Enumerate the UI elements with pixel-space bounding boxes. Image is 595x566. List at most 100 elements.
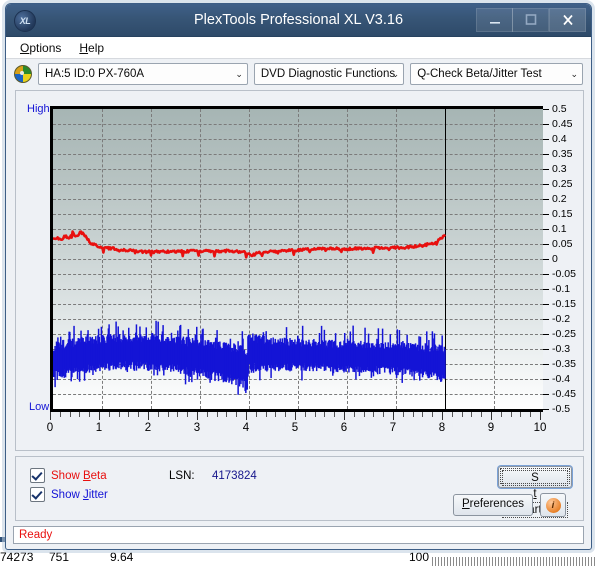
info-button[interactable]: i [540,493,566,517]
show-jitter-label-pre: Show [51,488,83,501]
x-axis-tick [402,412,404,417]
maximize-icon [525,14,536,25]
chevron-down-icon: ⌄ [570,69,578,79]
x-axis-tick [59,412,61,417]
x-axis-tick [295,412,296,420]
show-beta-label[interactable]: Show Beta [51,470,107,482]
show-jitter-row[interactable]: Show Jitter [30,487,108,502]
x-axis-tick [206,412,208,417]
y-axis-tick [543,244,549,245]
y-axis-tick [543,364,549,365]
x-axis-tick [393,412,394,420]
chevron-down-icon: ⌄ [235,69,243,79]
close-button[interactable] [549,8,586,32]
x-axis-tick [451,412,453,417]
y-axis-tick-label: -0.35 [552,358,576,370]
series-beta [53,230,447,259]
y-axis-tick-label: -0.4 [552,373,571,385]
x-axis-tick [187,412,189,417]
background-value-0: 74273 [0,550,34,564]
background-value-3: 100 [409,550,430,564]
start-button[interactable]: St art [498,466,572,518]
x-axis-tick-label: 9 [487,422,495,434]
x-axis-tick [89,412,91,417]
chart-panel: High Low 0.5 0.45 0.4 0.35 0.3 0.25 0.2 0.15 0.1… [15,90,584,451]
test-select[interactable]: Q-Check Beta/Jitter Test ⌄ [410,63,583,85]
optical-disc-icon [14,65,32,83]
lsn-label: LSN: [169,470,195,482]
y-axis-tick-label: -0.2 [552,313,571,325]
start-label-accel: t [533,488,537,500]
show-jitter-checkbox[interactable] [30,487,45,502]
x-axis-tick-label: 0 [46,422,54,434]
lsn-value: 4173824 [212,470,257,482]
beta-line [53,230,447,259]
toolbar: HA:5 ID:0 PX-760A ⌄ DVD Diagnostic Funct… [6,59,591,89]
menu-item-help[interactable]: Help [79,41,104,55]
close-icon [562,14,573,26]
x-axis-tick [197,412,198,420]
y-axis-tick-label: 0.2 [552,193,567,205]
background-dotted-line [432,557,595,566]
chart-series-layer [53,230,447,395]
y-axis: 0.5 0.45 0.4 0.35 0.3 0.25 0.2 0.15 0.1 0.05 0 -0.0… [543,101,583,416]
x-axis-tick [500,412,502,417]
show-beta-label-pre: Show [51,469,83,482]
function-select[interactable]: DVD Diagnostic Functions ⌄ [253,63,405,85]
minimize-button[interactable] [476,8,513,32]
x-axis-tick [226,412,228,417]
y-axis-tick [543,169,549,170]
preferences-label-accel: P [461,498,470,510]
show-jitter-label-post: itter [88,488,108,501]
minimize-icon [489,22,500,24]
x-axis: 0 1 2 3 4 5 6 7 8 9 10 [46,412,547,442]
x-axis-tick [148,412,149,420]
show-jitter-label[interactable]: Show Jitter [51,489,108,501]
x-axis-tick [99,412,100,420]
y-axis-tick-label: 0.15 [552,208,573,220]
x-axis-tick [285,412,287,417]
y-axis-tick [543,349,549,350]
x-axis-tick [138,412,140,417]
menu-item-help-label: elp [88,40,105,55]
x-axis-tick [79,412,81,417]
x-axis-tick [491,412,492,420]
x-axis-tick [275,412,277,417]
x-axis-tick-label: 7 [389,422,397,434]
y-axis-tick [543,304,549,305]
preferences-button[interactable]: Preferences [453,494,533,516]
y-axis-tick [543,214,549,215]
show-beta-row[interactable]: Show Beta [30,468,107,483]
x-axis-tick-label: 10 [533,422,547,434]
x-axis-tick [236,412,238,417]
y-axis-tick [543,154,549,155]
maximize-button[interactable] [512,8,549,32]
y-axis-tick [543,379,549,380]
y-axis-tick-label: -0.45 [552,388,576,400]
drive-select[interactable]: HA:5 ID:0 PX-760A ⌄ [38,63,248,85]
x-axis-tick [520,412,522,417]
x-axis-tick [108,412,110,417]
x-axis-tick [412,412,414,417]
x-axis-tick [255,412,257,417]
x-axis-tick [246,412,247,420]
y-axis-tick [543,409,549,410]
info-icon: i [545,497,561,513]
show-beta-label-accel: B [82,469,91,482]
x-axis-tick-label: 3 [193,422,201,434]
y-axis-tick-label: 0 [552,253,558,265]
y-axis-tick [543,319,549,320]
y-axis-tick-label: -0.3 [552,343,571,355]
x-axis-tick [422,412,424,417]
y-axis-tick-label: -0.1 [552,283,571,295]
y-axis-tick-label: -0.5 [552,403,571,415]
function-select-value: DVD Diagnostic Functions [260,68,396,80]
menu-item-options[interactable]: Options [20,41,61,55]
title-bar: XL PlexTools Professional XL V3.16 [6,4,591,37]
start-button-inner: St art [500,468,570,518]
x-axis-tick [383,412,385,417]
x-axis-tick [471,412,473,417]
show-beta-checkbox[interactable] [30,468,45,483]
x-axis-tick [324,412,326,417]
x-axis-tick [167,412,169,417]
